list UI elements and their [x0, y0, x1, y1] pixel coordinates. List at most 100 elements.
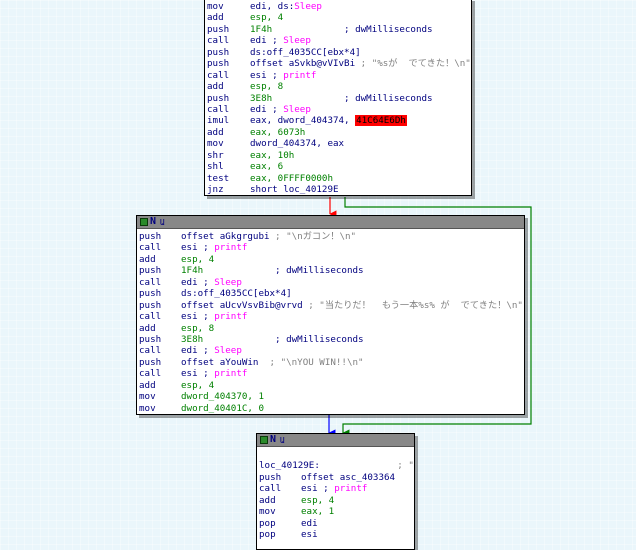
- instruction-line[interactable]: shr eax, 10h: [207, 150, 469, 161]
- instruction-line[interactable]: push offset aSvkb@vVIvBi ; "%sが でてきた！\n": [207, 58, 471, 70]
- operand: esi ;: [250, 69, 284, 81]
- mnemonic: push: [139, 265, 162, 277]
- operand: offset asc_403364: [301, 471, 396, 483]
- instruction-line[interactable]: call edi ; Sleep: [139, 277, 522, 288]
- mnemonic: call: [259, 483, 282, 495]
- instruction-line[interactable]: add eax, 6073h: [207, 127, 469, 138]
- instruction-line[interactable]: push offset asc_403364: [259, 472, 412, 483]
- instruction-line[interactable]: call esi ; printf: [259, 483, 412, 494]
- mnemonic: mov: [259, 506, 276, 518]
- instruction-line[interactable]: pop edi: [259, 518, 412, 529]
- operand: 1F4h: [181, 265, 204, 277]
- operand: 3E8h: [250, 92, 273, 104]
- mnemonic: test: [207, 172, 230, 184]
- operand: esi ;: [301, 483, 335, 495]
- mnemonic: push: [259, 471, 282, 483]
- instruction-line[interactable]: push offset aYouWin ; "\nYOU WIN!!\n": [139, 357, 522, 368]
- instruction-line[interactable]: call esi ; printf: [139, 311, 522, 322]
- function-ref[interactable]: printf: [214, 368, 247, 379]
- operand: edi, ds:: [250, 1, 295, 12]
- instruction-line[interactable]: add esp, 4: [139, 380, 522, 391]
- instruction-line[interactable]: add esp, 4: [259, 495, 412, 506]
- highlighted-operand[interactable]: 41C64E6Dh: [355, 115, 407, 127]
- function-ref[interactable]: printf: [334, 483, 367, 494]
- operand: eax, 10h: [250, 149, 295, 161]
- instruction-line[interactable]: call edi ; Sleep: [207, 35, 469, 46]
- mnemonic: push: [207, 92, 230, 104]
- instruction-line[interactable]: push 3E8h ; dwMilliseconds: [207, 93, 469, 104]
- operand: esi ;: [181, 368, 215, 380]
- operand: dword_40401C, 0: [181, 402, 264, 414]
- instruction-line[interactable]: push ds:off_4035CC[ebx*4]: [139, 288, 522, 299]
- instruction-line[interactable]: [259, 449, 412, 460]
- operand: eax, 6073h: [250, 126, 306, 138]
- instruction-line[interactable]: push 3E8h ; dwMilliseconds: [139, 334, 522, 345]
- instruction-line[interactable]: test eax, 0FFFF0000h: [207, 173, 469, 184]
- node-mark: Ա: [280, 436, 285, 445]
- mnemonic: push: [139, 333, 162, 345]
- mnemonic: add: [207, 12, 224, 24]
- instruction-line[interactable]: call edi ; Sleep: [139, 345, 522, 356]
- function-ref[interactable]: Sleep: [294, 1, 322, 12]
- instruction-line[interactable]: push offset aUcvVsvBib@vrvd ; "当たりだ！ もう一本…: [139, 299, 523, 311]
- node-header[interactable]: N Ա: [137, 216, 524, 229]
- node-header[interactable]: N Ա: [257, 434, 414, 447]
- instruction-line[interactable]: mov edi, ds:Sleep: [207, 1, 469, 12]
- function-ref[interactable]: Sleep: [214, 277, 242, 288]
- instruction-line[interactable]: call esi ; printf: [139, 368, 522, 379]
- instruction-line[interactable]: pop esi: [259, 529, 412, 540]
- operand: offset aUcvVsvBib@vrvd: [181, 299, 303, 311]
- function-ref[interactable]: printf: [283, 70, 316, 81]
- comment: ; "%sが でてきた！\n": [355, 58, 471, 70]
- function-ref[interactable]: Sleep: [283, 104, 311, 115]
- operand: edi ;: [250, 35, 284, 47]
- instruction-line[interactable]: mov dword_404374, eax: [207, 138, 469, 149]
- instruction-line[interactable]: add esp, 4: [207, 12, 469, 23]
- code-block-3[interactable]: N Ա loc_40129E: ; "\n"push offset asc_403…: [256, 433, 415, 550]
- instruction-line[interactable]: add esp, 8: [207, 81, 469, 92]
- mnemonic: push: [139, 288, 162, 300]
- instruction-line[interactable]: add esp, 4: [139, 254, 522, 265]
- function-ref[interactable]: Sleep: [214, 345, 242, 356]
- instruction-line[interactable]: call esi ; printf: [139, 242, 522, 253]
- function-ref[interactable]: printf: [214, 242, 247, 253]
- operand: ; dwMilliseconds: [272, 92, 433, 104]
- instruction-line[interactable]: shl eax, 6: [207, 161, 469, 172]
- instruction-line[interactable]: push 1F4h ; dwMilliseconds: [139, 265, 522, 276]
- instruction-line[interactable]: mov dword_40401C, 0: [139, 403, 522, 414]
- code-label[interactable]: loc_40129E:: [259, 460, 320, 471]
- instruction-line[interactable]: push 1F4h ; dwMilliseconds: [207, 24, 469, 35]
- instruction-line[interactable]: mov eax, 1: [259, 506, 412, 517]
- code-block-1[interactable]: mov edi, ds:Sleep add esp, 4 push 1F4h ; dwMi…: [204, 0, 472, 196]
- operand: 1F4h: [250, 23, 273, 35]
- mnemonic: mov: [207, 1, 224, 12]
- operand: eax, 6: [250, 161, 284, 173]
- instruction-line[interactable]: imul eax, dword_404374, 41C64E6Dh: [207, 115, 469, 127]
- mnemonic: push: [139, 299, 162, 311]
- mnemonic: push: [139, 231, 162, 242]
- function-ref[interactable]: printf: [214, 311, 247, 322]
- mnemonic: call: [139, 368, 162, 380]
- comment: ; "当たりだ！ もう一本%s% が でてきた！\n": [302, 299, 523, 311]
- mnemonic: imul: [207, 115, 230, 127]
- node-title: N: [270, 434, 277, 445]
- instruction-line[interactable]: mov dword_404370, 1: [139, 391, 522, 402]
- operand: offset aSvkb@vVIvBi: [250, 58, 356, 70]
- operand: eax, 0FFFF0000h: [250, 172, 333, 184]
- instruction-line[interactable]: jnz short loc_40129E: [207, 184, 469, 195]
- instruction-line[interactable]: push offset aGkgrgubi ; "\nガコン！\n": [139, 231, 522, 242]
- mnemonic: push: [207, 23, 230, 35]
- operand: esp, 4: [301, 494, 335, 506]
- mnemonic: call: [207, 69, 230, 81]
- instruction-line[interactable]: push ds:off_4035CC[ebx*4]: [207, 47, 469, 58]
- operand: edi ;: [250, 103, 284, 115]
- instruction-line[interactable]: add esp, 8: [139, 323, 522, 334]
- operand: ; dwMilliseconds: [203, 265, 364, 277]
- function-ref[interactable]: Sleep: [283, 35, 311, 46]
- instruction-line[interactable]: loc_40129E: ; "\n": [259, 460, 414, 471]
- operand: eax, 1: [301, 506, 335, 518]
- code-block-2[interactable]: N Ա push offset aGkgrgubi ; "\nガコン！\n" cal…: [136, 215, 525, 415]
- operand: eax, dword_404374,: [250, 115, 356, 127]
- instruction-line[interactable]: call edi ; Sleep: [207, 104, 469, 115]
- instruction-line[interactable]: call esi ; printf: [207, 70, 469, 81]
